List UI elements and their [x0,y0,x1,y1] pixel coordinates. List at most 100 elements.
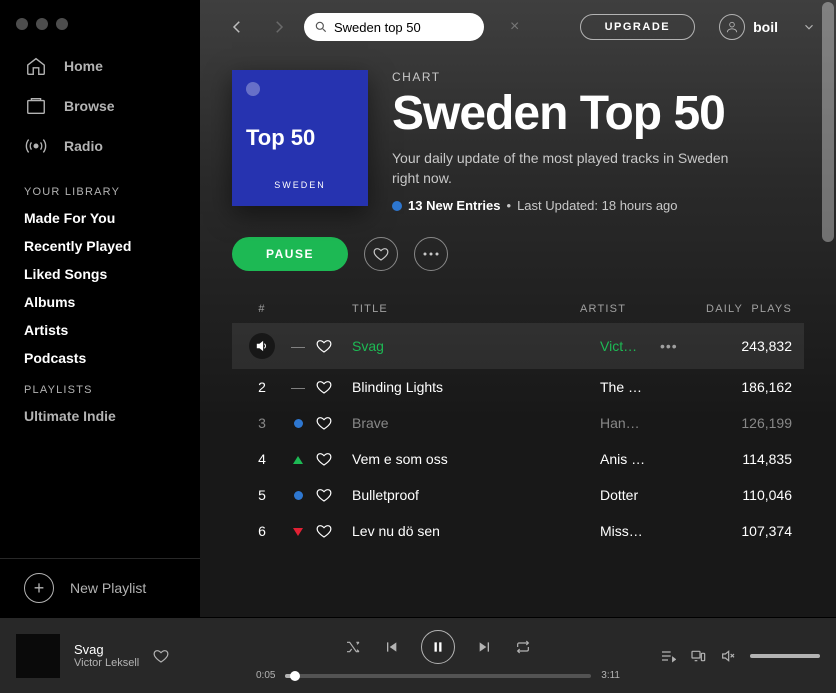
track-artist[interactable]: Han… [600,415,660,431]
content-type-label: CHART [392,70,732,84]
track-row[interactable]: — SvagVict…•••243,832 [232,323,804,369]
library-item[interactable]: Liked Songs [0,260,200,288]
queue-button[interactable] [660,648,676,664]
track-row[interactable]: 4Vem e som ossAnis …114,835 [232,441,804,477]
library-item[interactable]: Podcasts [0,344,200,372]
scrollbar[interactable] [822,2,834,242]
track-title[interactable]: Bulletproof [352,487,600,503]
playlist-cover[interactable]: Top 50 SWEDEN [232,70,368,206]
like-track-button[interactable] [316,379,352,395]
traffic-close[interactable] [16,18,28,30]
upgrade-button[interactable]: UPGRADE [580,14,696,40]
search-box[interactable]: × [304,13,484,41]
track-artist[interactable]: Dotter [600,487,660,503]
pause-button[interactable]: PAUSE [232,237,348,271]
track-plays: 126,199 [692,415,792,431]
traffic-minimize[interactable] [36,18,48,30]
new-playlist-label: New Playlist [70,580,146,596]
playlist-header: Top 50 SWEDEN CHART Sweden Top 50 Your d… [200,54,836,237]
track-plays: 107,374 [692,523,792,539]
library-header: YOUR LIBRARY [0,174,200,204]
header-title: TITLE [352,303,580,315]
now-playing-cover[interactable] [16,634,60,678]
playlist-meta: 13 New Entries • Last Updated: 18 hours … [392,198,732,213]
user-name: boil [753,19,778,35]
track-number: 3 [244,415,280,431]
total-time: 3:11 [601,670,620,681]
playlist-controls: PAUSE [200,237,836,295]
shuffle-button[interactable] [345,639,361,655]
track-artist[interactable]: Vict… [600,338,660,354]
track-row[interactable]: 5BulletproofDotter110,046 [232,477,804,513]
library-item[interactable]: Made For You [0,204,200,232]
track-plays: 243,832 [692,338,792,354]
next-button[interactable] [477,639,493,655]
track-title[interactable]: Lev nu dö sen [352,523,600,539]
track-menu-button[interactable]: ••• [660,338,692,354]
cover-title: Top 50 [246,125,354,151]
nav-radio[interactable]: Radio [8,126,192,166]
now-playing-artist[interactable]: Victor Leksell [74,657,139,669]
track-row[interactable]: 6 Lev nu dö senMiss… 107,374 [232,513,804,549]
like-track-button[interactable] [316,338,352,354]
user-menu[interactable]: boil [719,14,816,40]
topbar: × UPGRADE boil [200,0,836,54]
track-title[interactable]: Blinding Lights [352,379,600,395]
more-options-button[interactable] [414,237,448,271]
player-bar: Svag Victor Leksell [0,617,836,693]
mute-button[interactable] [720,648,736,664]
volume-slider[interactable] [750,654,820,658]
now-playing-icon [249,333,275,359]
track-title[interactable]: Brave [352,415,600,431]
track-number: 6 [244,523,280,539]
track-number: 5 [244,487,280,503]
playlists-header: PLAYLISTS [0,372,200,402]
like-track-button[interactable] [153,648,169,664]
library-item[interactable]: Artists [0,316,200,344]
new-entries-count: 13 New Entries [408,198,501,213]
like-playlist-button[interactable] [364,237,398,271]
now-playing-title[interactable]: Svag [74,642,139,657]
like-track-button[interactable] [316,523,352,539]
previous-button[interactable] [383,639,399,655]
traffic-zoom[interactable] [56,18,68,30]
track-title[interactable]: Svag [352,338,600,354]
library-item[interactable]: Recently Played [0,232,200,260]
like-track-button[interactable] [316,487,352,503]
repeat-button[interactable] [515,639,531,655]
trend-indicator [280,487,316,503]
main-content: × UPGRADE boil [200,0,836,617]
nav-radio-label: Radio [64,138,103,154]
track-artist[interactable]: Miss… [600,523,660,539]
like-track-button[interactable] [316,451,352,467]
new-playlist-button[interactable]: + New Playlist [0,559,200,617]
header-number: # [244,303,280,315]
trend-indicator [280,415,316,431]
chevron-down-icon [802,20,816,34]
devices-button[interactable] [690,648,706,664]
track-number [244,333,280,359]
nav-back-button[interactable] [220,10,254,44]
library-item[interactable]: Albums [0,288,200,316]
nav-forward-button[interactable] [262,10,296,44]
playlist-item[interactable]: Ultimate Indie [0,402,200,430]
track-artist[interactable]: Anis … [600,451,660,467]
track-row[interactable]: 3 BraveHan… 126,199 [232,405,804,441]
window-controls [0,0,200,34]
progress-bar[interactable] [285,674,591,678]
track-row[interactable]: 2—Blinding LightsThe …186,162 [232,369,804,405]
cover-subtitle: SWEDEN [246,180,354,194]
track-title[interactable]: Vem e som oss [352,451,600,467]
plus-icon: + [24,573,54,603]
track-artist[interactable]: The … [600,379,660,395]
nav-browse[interactable]: Browse [8,86,192,126]
like-track-button[interactable] [316,415,352,431]
search-clear-button[interactable]: × [510,18,519,36]
trend-indicator: — [280,338,316,354]
nav-home[interactable]: Home [8,46,192,86]
home-icon [24,54,48,78]
track-plays: 186,162 [692,379,792,395]
play-pause-button[interactable] [421,630,455,664]
search-input[interactable] [334,20,510,35]
tracks-table: # TITLE ARTIST DAILY PLAYS —SvagVict…•••… [200,295,836,569]
